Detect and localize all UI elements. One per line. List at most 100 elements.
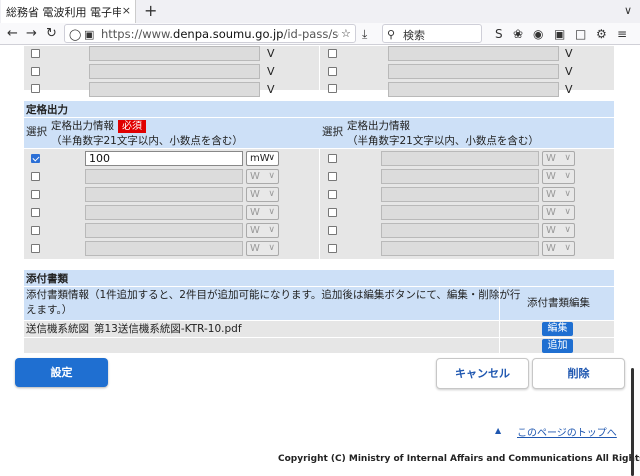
search-bar[interactable]: ⚲ 検索	[382, 24, 482, 43]
url-text: https://www.denpa.soumu.go.jp/id-pass/se…	[101, 27, 339, 41]
rated-output-input[interactable]	[381, 169, 539, 184]
rated-output-checkbox[interactable]	[31, 154, 40, 163]
extension-people-icon[interactable]: ◉	[533, 25, 543, 43]
attachments-title-bar	[24, 270, 614, 286]
tab-list-chevron-icon[interactable]: ∨	[624, 4, 632, 17]
rated-output-input[interactable]	[85, 241, 243, 256]
voltage-field[interactable]	[89, 82, 260, 97]
rated-output-input[interactable]	[381, 151, 539, 166]
rated-output-checkbox[interactable]	[31, 190, 40, 199]
voltage-unit: V	[565, 65, 573, 78]
unit-select[interactable]: W ∨	[246, 169, 279, 184]
caret-up-icon: ▲	[495, 426, 502, 435]
rated-output-checkbox[interactable]	[328, 154, 337, 163]
unit-select[interactable]: W ∨	[542, 187, 575, 202]
voltage-checkbox[interactable]	[31, 84, 40, 93]
unit-select[interactable]: W ∨	[246, 205, 279, 220]
voltage-field[interactable]	[388, 46, 559, 61]
extension-swirl-icon[interactable]: ❀	[513, 25, 523, 43]
copyright: Copyright (C) Ministry of Internal Affai…	[278, 454, 640, 464]
rated-output-input[interactable]: 100	[85, 151, 243, 166]
rated-output-title: 定格出力	[26, 104, 68, 116]
tab-close-icon[interactable]: ×	[122, 4, 131, 17]
attachments-info-text-2: えます。）	[26, 304, 73, 316]
voltage-field[interactable]	[388, 64, 559, 79]
rated-output-input[interactable]	[381, 187, 539, 202]
attachments-title: 添付書類	[26, 273, 68, 285]
attachments-edit-header: 添付書類編集	[527, 297, 590, 309]
extension-s-icon[interactable]: S	[495, 25, 503, 43]
rated-output-input[interactable]	[85, 187, 243, 202]
extensions-icon[interactable]: ⚙	[596, 25, 607, 43]
settings-button[interactable]: 設定	[15, 358, 108, 387]
unit-select[interactable]: W ∨	[246, 223, 279, 238]
voltage-unit: V	[565, 47, 573, 60]
voltage-unit: V	[267, 47, 275, 60]
rated-output-input[interactable]	[85, 223, 243, 238]
rated-output-checkbox[interactable]	[31, 172, 40, 181]
rated-output-title-bar	[24, 101, 614, 117]
menu-icon[interactable]: ≡	[617, 25, 627, 43]
rated-output-checkbox[interactable]	[31, 226, 40, 235]
rated-output-checkbox[interactable]	[328, 208, 337, 217]
rated-output-input[interactable]	[381, 223, 539, 238]
rated-output-checkbox[interactable]	[328, 226, 337, 235]
rated-output-input[interactable]	[85, 169, 243, 184]
voltage-unit: V	[267, 83, 275, 96]
select-header-right: 選択	[322, 126, 343, 138]
back-icon[interactable]: ←	[7, 25, 18, 43]
page-top-link[interactable]: このページのトップへ	[517, 424, 617, 439]
rated-output-checkbox[interactable]	[31, 208, 40, 217]
tab-title: 総務省 電波利用 電子申請・	[6, 5, 121, 19]
shield-extension-icon[interactable]: ▣	[554, 25, 565, 43]
unit-select[interactable]: W ∨	[542, 223, 575, 238]
voltage-field[interactable]	[89, 46, 260, 61]
url-bar[interactable]: ◯ ▣ https://www.denpa.soumu.go.jp/id-pas…	[64, 24, 356, 43]
voltage-table: V V V V V V	[24, 46, 614, 97]
rated-output-checkbox[interactable]	[328, 190, 337, 199]
delete-button[interactable]: 削除	[532, 358, 625, 389]
voltage-checkbox[interactable]	[31, 49, 40, 58]
lock-icon[interactable]: ▣	[84, 26, 94, 44]
info-note: （半角数字21文字以内、小数点を含む）	[51, 135, 243, 147]
unit-select[interactable]: W ∨	[246, 241, 279, 256]
forward-icon[interactable]: →	[26, 25, 37, 43]
voltage-checkbox[interactable]	[328, 49, 337, 58]
unit-select[interactable]: W ∨	[246, 187, 279, 202]
edit-attachment-button[interactable]: 編集	[542, 322, 573, 336]
unit-select[interactable]: mW ∨	[246, 151, 279, 166]
shield-icon[interactable]: ◯	[69, 26, 81, 44]
cancel-button[interactable]: キャンセル	[436, 358, 529, 389]
download-icon[interactable]: ⤓	[362, 25, 367, 43]
search-input[interactable]: 検索	[403, 27, 425, 43]
new-tab-icon[interactable]: +	[144, 1, 157, 20]
voltage-checkbox[interactable]	[328, 84, 337, 93]
voltage-field[interactable]	[89, 64, 260, 79]
voltage-checkbox[interactable]	[31, 67, 40, 76]
voltage-checkbox[interactable]	[328, 67, 337, 76]
browser-tab[interactable]: 総務省 電波利用 電子申請・ ×	[1, 0, 136, 23]
rated-output-input[interactable]	[381, 205, 539, 220]
unit-select[interactable]: W ∨	[542, 151, 575, 166]
unit-select[interactable]: W ∨	[542, 241, 575, 256]
voltage-unit: V	[267, 65, 275, 78]
rated-output-input[interactable]	[85, 205, 243, 220]
select-header: 選択	[26, 126, 47, 138]
unit-select[interactable]: W ∨	[542, 169, 575, 184]
unit-select[interactable]: W ∨	[542, 205, 575, 220]
folder-icon[interactable]: □	[575, 25, 586, 43]
scrollbar-thumb[interactable]	[631, 368, 634, 476]
bookmark-star-icon[interactable]: ☆	[341, 25, 351, 43]
attachment-file-name: 第13送信機系統図-KTR-10.pdf	[94, 323, 242, 335]
add-attachment-button[interactable]: 追加	[542, 339, 573, 353]
page-content: V V V V V V 定格出力 選択 定格出力情報 必須 （半角数字21文字以内…	[0, 46, 640, 476]
reload-icon[interactable]: ↻	[46, 25, 57, 43]
rated-output-checkbox[interactable]	[328, 244, 337, 253]
voltage-unit: V	[565, 83, 573, 96]
rated-output-input[interactable]	[381, 241, 539, 256]
attachment-add-row-bg	[24, 338, 499, 353]
rated-output-checkbox[interactable]	[328, 172, 337, 181]
rated-output-checkbox[interactable]	[31, 244, 40, 253]
required-badge: 必須	[118, 120, 146, 133]
voltage-field[interactable]	[388, 82, 559, 97]
